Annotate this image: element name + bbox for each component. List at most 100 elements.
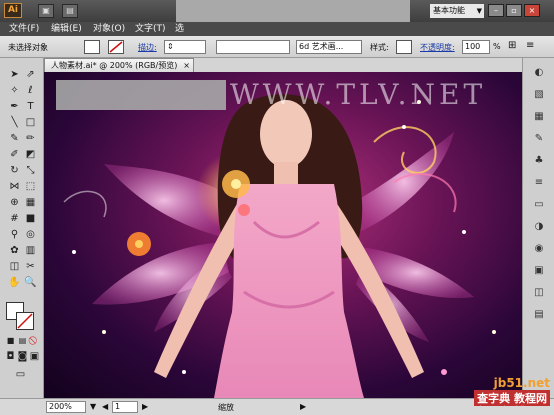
menu-edit[interactable]: 编辑(E) (48, 22, 85, 36)
width-tool-icon[interactable]: ⋈ (8, 180, 21, 193)
eyedropper-tool-icon[interactable]: ⚲ (8, 228, 21, 241)
perspective-grid-tool-icon[interactable]: ▦ (24, 196, 37, 209)
style-label: 样式: (370, 43, 389, 52)
artboard-navigation-field[interactable]: 1 (112, 401, 138, 413)
free-transform-tool-icon[interactable]: ⬚ (24, 180, 37, 193)
hand-tool-icon[interactable]: ✋ (8, 276, 21, 289)
rotate-tool-icon[interactable]: ↻ (8, 164, 21, 177)
selection-status: 未选择对象 (8, 43, 48, 52)
graphic-styles-panel-icon[interactable]: ▣ (531, 264, 547, 278)
next-artboard-icon[interactable]: ▶ (142, 402, 148, 411)
pen-tool-icon[interactable]: ✒ (8, 100, 21, 113)
opacity-label[interactable]: 不透明度: (420, 42, 455, 53)
zoom-level-field[interactable]: 200% (46, 401, 86, 413)
gradient-tool-icon[interactable]: ■ (24, 212, 37, 225)
none-mode-icon[interactable]: ⃠ (28, 334, 41, 347)
fill-color-swatch[interactable] (84, 40, 100, 54)
menu-type[interactable]: 文字(T) (132, 22, 169, 36)
slice-tool-icon[interactable]: ✂ (24, 260, 37, 273)
zoom-dropdown-icon[interactable]: ▼ (90, 402, 96, 411)
lasso-tool-icon[interactable]: ℓ (24, 84, 37, 97)
magic-wand-tool-icon[interactable]: ✧ (8, 84, 21, 97)
neck (274, 162, 298, 184)
zoom-value: 200% (49, 402, 72, 411)
status-text: 缩放 (218, 403, 234, 412)
stroke-weight-input[interactable]: ⇕ (164, 40, 206, 54)
artboard-tool-icon[interactable]: ◫ (8, 260, 21, 273)
screen-mode-icon[interactable]: ▭ (14, 368, 27, 381)
workspace-switcher[interactable]: 基本功能 ▼ (430, 4, 484, 18)
brush-definition-select[interactable]: 6d 艺术画... (296, 40, 362, 54)
restore-button[interactable]: ▫ (506, 4, 522, 17)
gold-flower (231, 179, 241, 189)
panel-menu-icon[interactable]: ≡ (526, 40, 534, 51)
sparkle (492, 330, 496, 334)
menu-select[interactable]: 选 (172, 22, 187, 36)
pencil-tool-icon[interactable]: ✏ (24, 132, 37, 145)
opacity-input[interactable]: 100 (462, 40, 490, 54)
zoom-tool-icon[interactable]: 🔍 (24, 276, 37, 289)
scale-tool-icon[interactable]: ⤡ (24, 164, 37, 177)
status-menu-icon[interactable]: ▶ (300, 402, 306, 411)
stroke-panel-icon[interactable]: ≡ (531, 176, 547, 190)
first-artboard-icon[interactable]: ◀ (102, 402, 108, 411)
color-panel-icon[interactable]: ◐ (531, 66, 547, 80)
canvas-watermark: WWW.TLV.NET (230, 78, 487, 111)
line-tool-icon[interactable]: ╲ (8, 116, 21, 129)
bridge-icon[interactable]: ▣ (38, 4, 54, 18)
type-tool-icon[interactable]: T (24, 100, 37, 113)
sparkle (402, 125, 406, 129)
paintbrush-tool-icon[interactable]: ✎ (8, 132, 21, 145)
close-tab-icon[interactable]: × (183, 59, 190, 72)
graphic-style-swatch[interactable] (396, 40, 412, 54)
shape-builder-tool-icon[interactable]: ⊕ (8, 196, 21, 209)
menu-file[interactable]: 文件(F) (6, 22, 42, 36)
sparkle (102, 330, 106, 334)
swatches-panel-icon[interactable]: ▦ (531, 110, 547, 124)
column-graph-tool-icon[interactable]: ▥ (24, 244, 37, 257)
layers-panel-icon[interactable]: ◫ (531, 286, 547, 300)
document-canvas[interactable]: WWW.TLV.NET (44, 72, 522, 398)
orange-flower (135, 240, 143, 248)
stroke-swatch[interactable] (16, 312, 34, 330)
align-icon[interactable]: ⊞ (508, 40, 516, 51)
control-bar: 未选择对象 描边: ⇕ 6d 艺术画... 样式: 不透明度: 100 % ⊞ … (0, 36, 554, 58)
left-swirl (63, 190, 107, 218)
stroke-label[interactable]: 描边: (138, 42, 157, 53)
symbol-sprayer-tool-icon[interactable]: ✿ (8, 244, 21, 257)
symbols-panel-icon[interactable]: ♣ (531, 154, 547, 168)
color-guide-panel-icon[interactable]: ▧ (531, 88, 547, 102)
draw-inside-icon[interactable]: ▣ (28, 350, 41, 363)
selection-tool-icon[interactable]: ➤ (8, 68, 21, 81)
document-tab[interactable]: 人物素材.ai* @ 200% (RGB/预览) × (44, 58, 194, 72)
artboard-number: 1 (115, 402, 121, 411)
app-logo: Ai (4, 3, 22, 18)
menu-object[interactable]: 对象(O) (90, 22, 128, 36)
gradient-panel-icon[interactable]: ▭ (531, 198, 547, 212)
artboards-panel-icon[interactable]: ▤ (531, 308, 547, 322)
arrange-documents-icon[interactable]: ▤ (62, 4, 78, 18)
eraser-tool-icon[interactable]: ◩ (24, 148, 37, 161)
tools-panel: ➤ ⇗ ✧ ℓ ✒ T ╲ □ ✎ ✏ ✐ ◩ ↻ ⤡ ⋈ ⬚ ⊕ ▦ # ■ … (0, 58, 44, 398)
stroke-color-swatch[interactable] (108, 40, 124, 54)
workspace-label: 基本功能 (433, 6, 465, 15)
panel-dock: ◐ ▧ ▦ ✎ ♣ ≡ ▭ ◑ ◉ ▣ ◫ ▤ (522, 58, 554, 398)
variable-width-profile-select[interactable] (216, 40, 290, 54)
chevron-down-icon: ▼ (476, 7, 482, 15)
appearance-panel-icon[interactable]: ◉ (531, 242, 547, 256)
direct-selection-tool-icon[interactable]: ⇗ (24, 68, 37, 81)
blob-brush-tool-icon[interactable]: ✐ (8, 148, 21, 161)
menu-bar: 文件(F) 编辑(E) 对象(O) 文字(T) 选 (0, 22, 554, 36)
site-watermark-line2: 查字典 教程网 (474, 390, 550, 406)
title-bar: Ai ▣ ▤ 基本功能 ▼ – ▫ × (0, 0, 554, 36)
rectangle-tool-icon[interactable]: □ (24, 116, 37, 129)
brushes-panel-icon[interactable]: ✎ (531, 132, 547, 146)
minimize-button[interactable]: – (488, 4, 504, 17)
mesh-tool-icon[interactable]: # (8, 212, 21, 225)
redaction-block (56, 80, 226, 110)
close-button[interactable]: × (524, 4, 540, 17)
no-color-icon (17, 313, 33, 329)
blend-tool-icon[interactable]: ◎ (24, 228, 37, 241)
artwork (63, 94, 496, 398)
transparency-panel-icon[interactable]: ◑ (531, 220, 547, 234)
